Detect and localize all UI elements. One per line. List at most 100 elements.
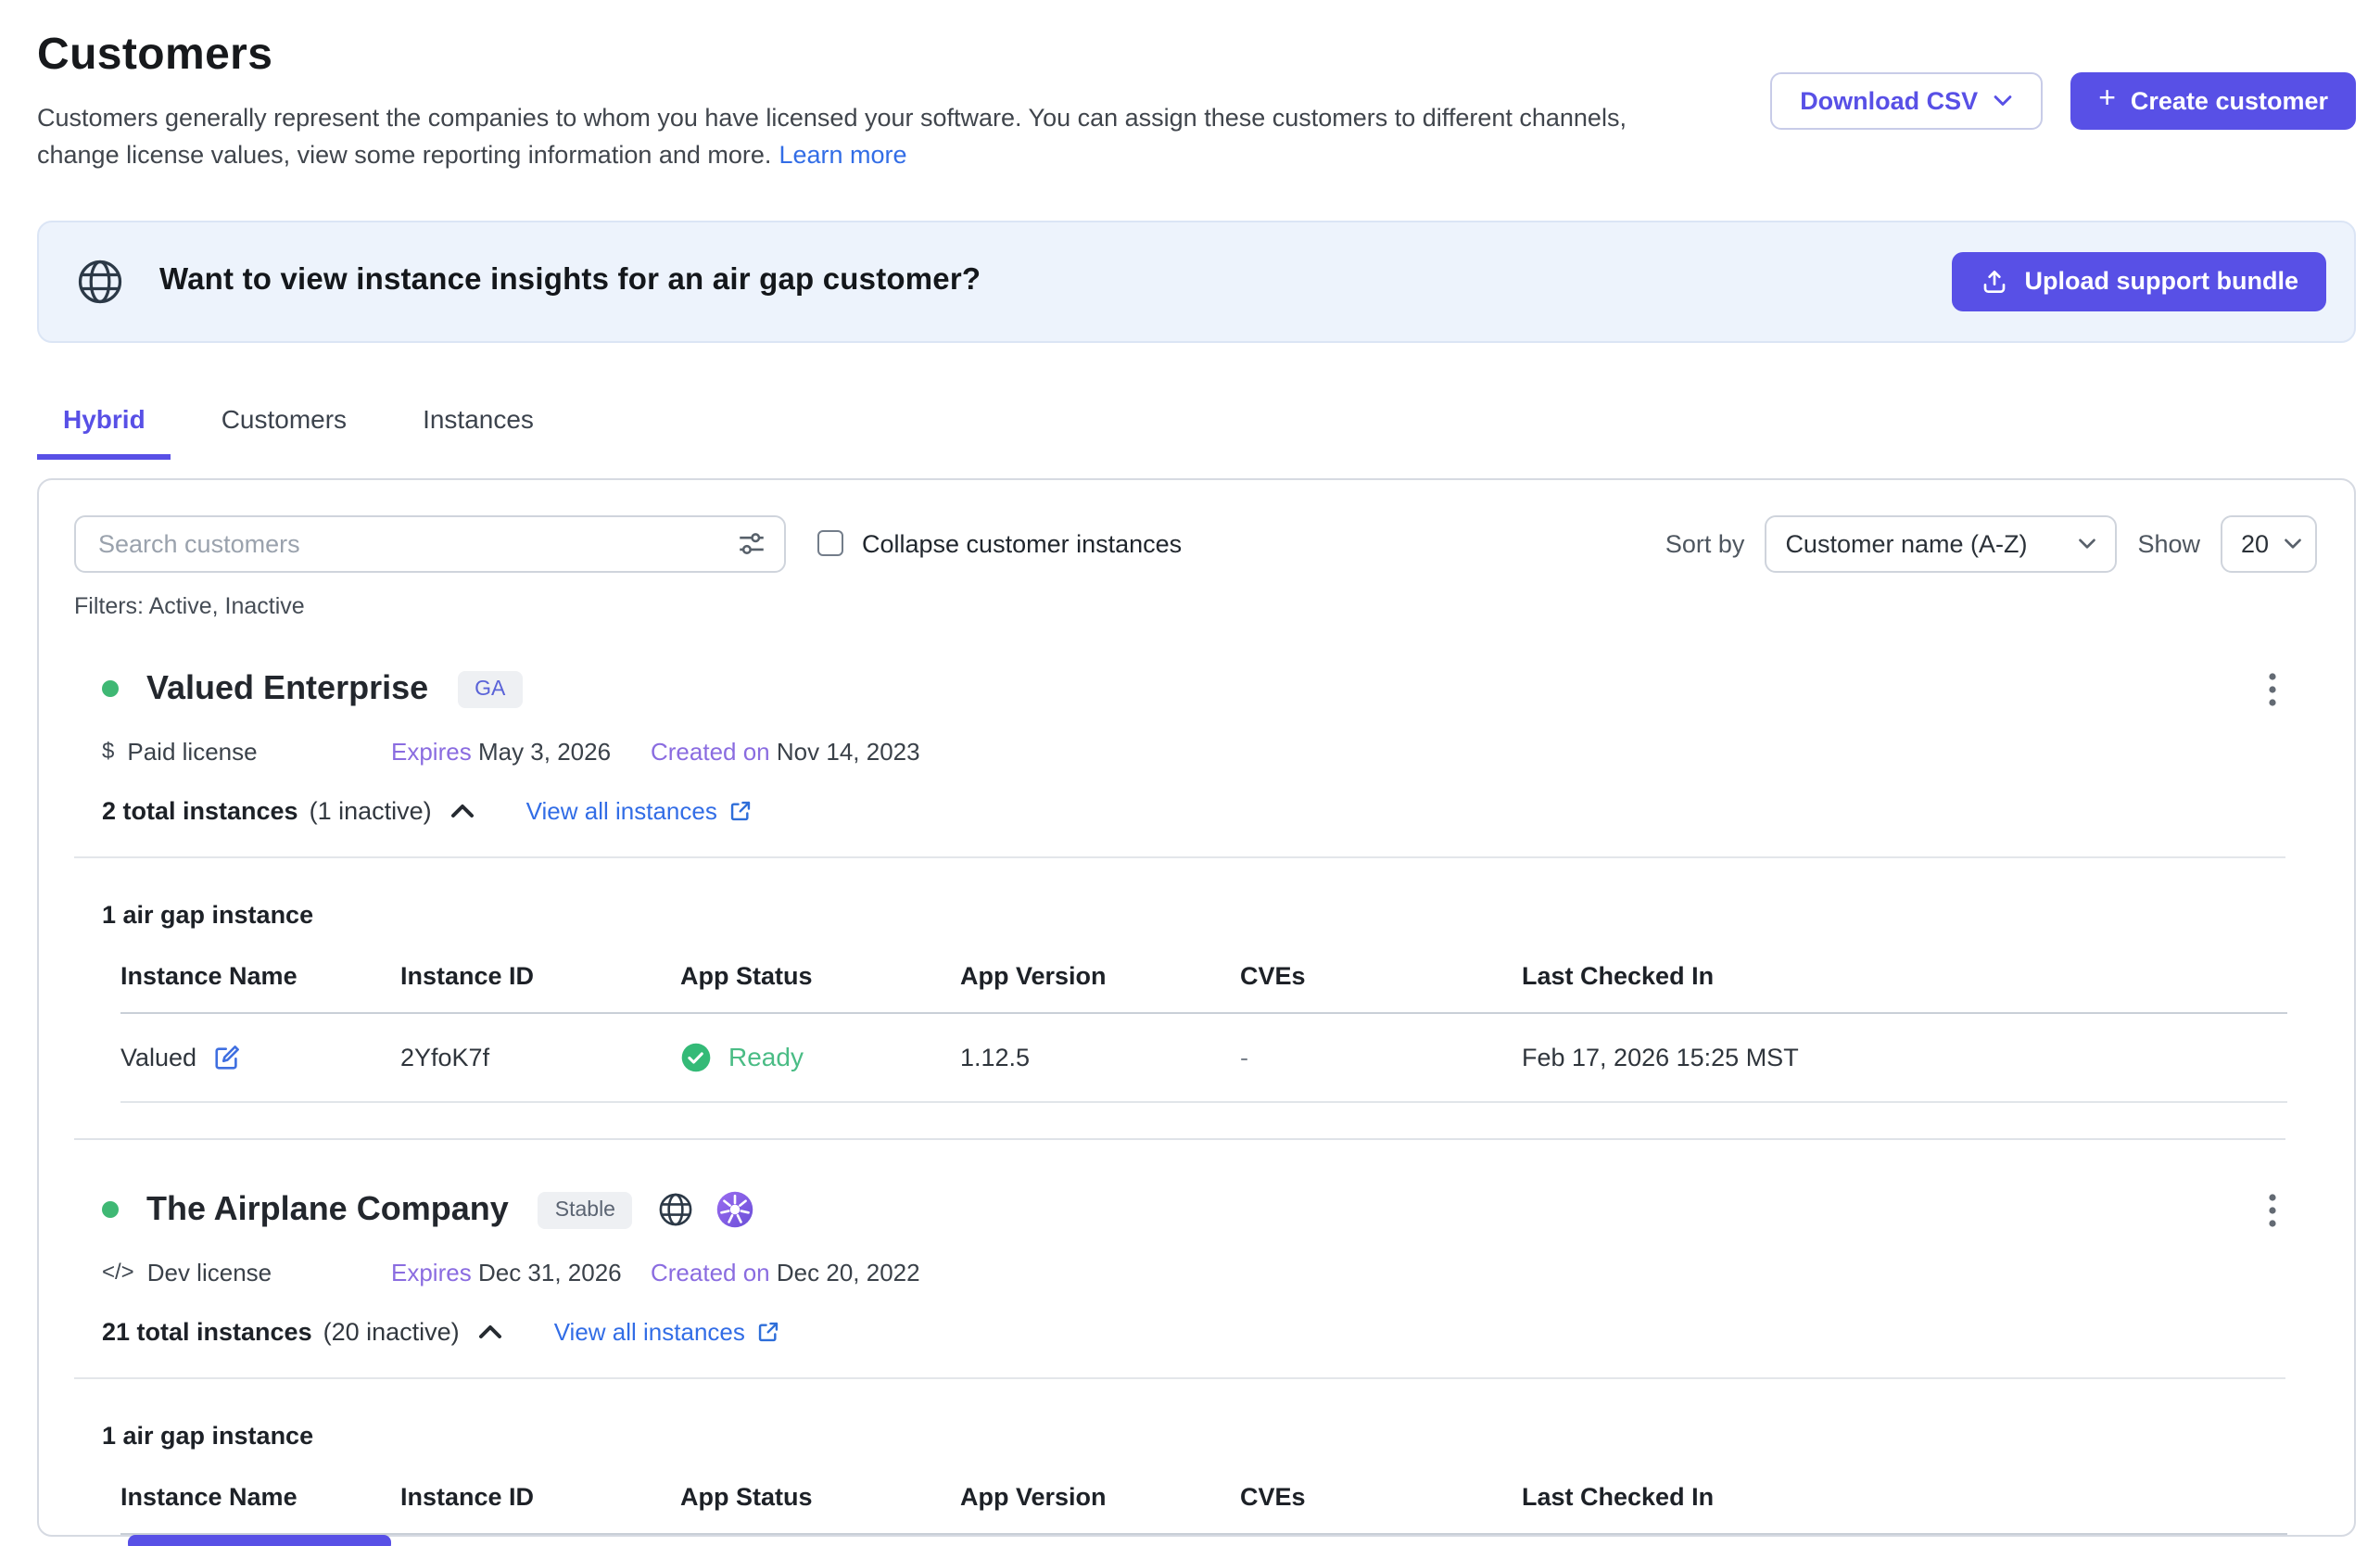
download-csv-button[interactable]: Download CSV	[1770, 72, 2043, 130]
upload-support-bundle-label: Upload support bundle	[2025, 267, 2299, 295]
table-header-row: Instance Name Instance ID App Status App…	[120, 939, 2287, 1012]
total-instances: 21 total instances	[102, 1317, 312, 1345]
customer-header: The Airplane Company Stable	[102, 1185, 2287, 1234]
customer-type-icons	[656, 1190, 754, 1229]
upload-icon	[1981, 266, 2010, 296]
airgap-instance-label: 1 air gap instance	[102, 900, 2287, 928]
customer-section: Valued Enterprise GA $ Paid license Expi…	[39, 665, 2354, 1102]
view-all-instances-label: View all instances	[554, 1317, 745, 1345]
instance-name-cell: Valued	[120, 1012, 400, 1101]
external-link-icon	[756, 1319, 780, 1343]
page-header-text: Customers Customers generally represent …	[37, 30, 1690, 175]
created-on-label: Created on	[651, 1258, 770, 1286]
license-type-label: Dev license	[147, 1258, 272, 1286]
search-box	[74, 514, 786, 572]
active-filters-label: Filters: Active, Inactive	[39, 572, 2354, 618]
toolbar: Collapse customer instances Sort by Cust…	[39, 479, 2354, 572]
tab-instances[interactable]: Instances	[397, 386, 560, 459]
page-header: Customers Customers generally represent …	[0, 0, 2380, 175]
app-status-cell: Ready	[680, 1012, 960, 1101]
tab-customers[interactable]: Customers	[196, 386, 373, 459]
license-type: </> Dev license	[102, 1258, 391, 1286]
airgap-instance-label: 1 air gap instance	[102, 1421, 2287, 1449]
customer-name[interactable]: The Airplane Company	[146, 1190, 509, 1229]
header-actions: Download CSV + Create customer	[1770, 30, 2356, 130]
created-info: Created on Nov 14, 2023	[651, 737, 920, 765]
inactive-note: (20 inactive)	[323, 1317, 460, 1345]
page-description: Customers generally represent the compan…	[37, 100, 1690, 175]
chevron-up-icon[interactable]	[478, 1323, 502, 1339]
customer-meta: </> Dev license Expires Dec 31, 2026 Cre…	[102, 1258, 2287, 1286]
globe-icon	[74, 255, 126, 307]
status-dot	[102, 1201, 119, 1218]
instance-name-value: Valued	[120, 1043, 196, 1071]
edit-icon[interactable]	[213, 1043, 241, 1071]
col-instance-name: Instance Name	[120, 1460, 400, 1533]
instances-table: Instance Name Instance ID App Status App…	[120, 1460, 2287, 1534]
divider	[74, 1137, 2285, 1139]
chevron-down-icon	[2284, 537, 2302, 550]
customer-name[interactable]: Valued Enterprise	[146, 669, 428, 708]
customer-section: The Airplane Company Stable	[39, 1185, 2354, 1534]
airgap-insights-banner: Want to view instance insights for an ai…	[37, 220, 2356, 342]
last-checked-in-cell: Feb 17, 2026 15:25 MST	[1522, 1012, 2287, 1101]
cves-cell: -	[1240, 1012, 1522, 1101]
kebab-menu-icon[interactable]	[2258, 1185, 2287, 1234]
kebab-menu-icon[interactable]	[2258, 665, 2287, 713]
col-cves: CVEs	[1240, 939, 1522, 1012]
expires-value: May 3, 2026	[478, 737, 611, 765]
collapse-instances-label: Collapse customer instances	[862, 529, 1182, 557]
divider	[74, 1376, 2285, 1378]
learn-more-link[interactable]: Learn more	[779, 142, 906, 170]
chevron-down-icon	[1993, 95, 2013, 108]
channel-badge: Stable	[538, 1191, 632, 1228]
app-version-cell: 1.12.5	[960, 1012, 1240, 1101]
col-app-version: App Version	[960, 1460, 1240, 1533]
instances-summary: 21 total instances (20 inactive) View al…	[102, 1317, 2287, 1345]
kubernetes-icon	[715, 1190, 754, 1229]
customer-meta: $ Paid license Expires May 3, 2026 Creat…	[102, 737, 2287, 765]
divider	[74, 855, 2285, 857]
tab-hybrid[interactable]: Hybrid	[37, 386, 171, 459]
banner-title: Want to view instance insights for an ai…	[159, 263, 981, 298]
search-customers-input[interactable]	[74, 514, 786, 572]
collapse-instances-control: Collapse customer instances	[817, 529, 1182, 557]
show-select-value: 20	[2241, 529, 2269, 557]
sort-select-value: Customer name (A-Z)	[1785, 529, 2027, 557]
show-select[interactable]: 20	[2221, 514, 2317, 572]
view-all-instances-link[interactable]: View all instances	[554, 1317, 780, 1345]
view-all-instances-link[interactable]: View all instances	[526, 796, 753, 824]
expires-info: Expires Dec 31, 2026	[391, 1258, 651, 1286]
col-last-checked-in: Last Checked In	[1522, 939, 2287, 1012]
filter-icon[interactable]	[736, 527, 767, 559]
expires-info: Expires May 3, 2026	[391, 737, 651, 765]
chevron-up-icon[interactable]	[450, 802, 475, 818]
customers-page: Customers Customers generally represent …	[0, 0, 2380, 1546]
col-app-status: App Status	[680, 939, 960, 1012]
status-dot	[102, 680, 119, 697]
scroll-indicator[interactable]	[128, 1535, 391, 1546]
instances-summary: 2 total instances (1 inactive) View all …	[102, 796, 2287, 824]
channel-badge: GA	[458, 670, 522, 707]
total-instances: 2 total instances	[102, 796, 298, 824]
collapse-instances-checkbox[interactable]	[817, 530, 843, 556]
created-on-value: Nov 14, 2023	[777, 737, 920, 765]
toolbar-right: Sort by Customer name (A-Z) Show 20	[1665, 514, 2317, 572]
upload-support-bundle-button[interactable]: Upload support bundle	[1953, 251, 2327, 310]
check-circle-icon	[680, 1041, 712, 1072]
created-info: Created on Dec 20, 2022	[651, 1258, 920, 1286]
expires-value: Dec 31, 2026	[478, 1258, 622, 1286]
create-customer-button[interactable]: + Create customer	[2070, 72, 2356, 130]
sort-select[interactable]: Customer name (A-Z)	[1765, 514, 2117, 572]
chevron-down-icon	[2078, 537, 2096, 550]
download-csv-label: Download CSV	[1800, 87, 1978, 115]
created-on-value: Dec 20, 2022	[777, 1258, 920, 1286]
col-app-version: App Version	[960, 939, 1240, 1012]
created-on-label: Created on	[651, 737, 770, 765]
col-instance-id: Instance ID	[400, 1460, 680, 1533]
license-type-label: Paid license	[127, 737, 257, 765]
table-row: Valued 2YfoK7f	[120, 1012, 2287, 1101]
sort-by-label: Sort by	[1665, 529, 1745, 557]
create-customer-label: Create customer	[2131, 87, 2328, 115]
col-instance-id: Instance ID	[400, 939, 680, 1012]
